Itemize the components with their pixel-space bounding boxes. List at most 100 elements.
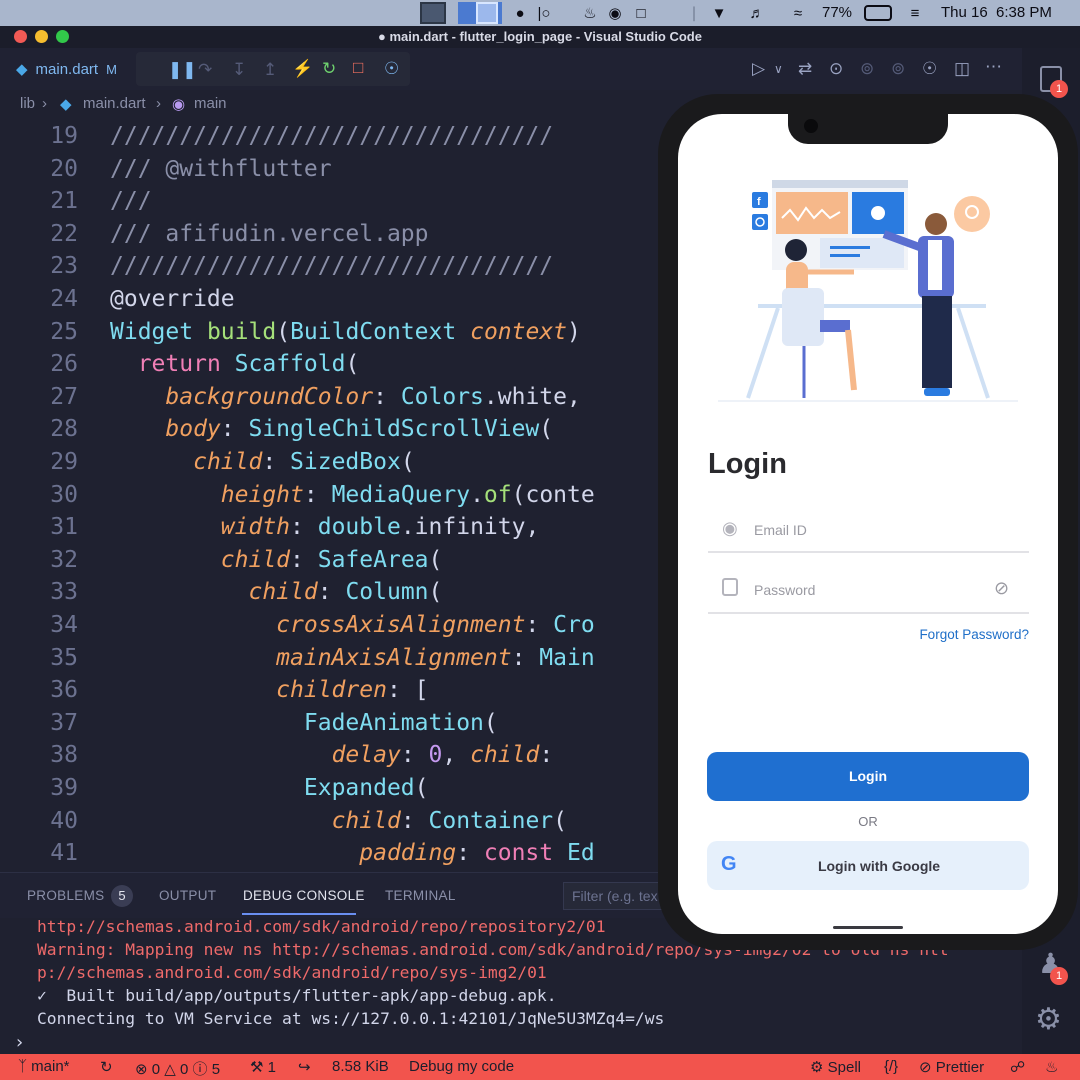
line-number: 34 — [50, 612, 78, 638]
facebook-glyph: f — [757, 196, 761, 208]
console-filter-input[interactable]: Filter (e.g. tex — [563, 882, 673, 910]
problems-count-badge: 5 — [111, 885, 133, 907]
woman-head — [785, 239, 807, 261]
braces-icon[interactable]: {/} — [884, 1058, 898, 1075]
compare-icon[interactable]: ⇄ — [798, 60, 812, 77]
play-icon — [871, 206, 885, 220]
screen-record-icon[interactable]: ◉ — [606, 4, 624, 22]
man-legs — [922, 296, 952, 388]
line-number: 27 — [50, 383, 78, 410]
git-branch-item[interactable]: ᛉ main* — [18, 1058, 70, 1075]
battery-percent[interactable]: 77% — [822, 4, 852, 21]
pause-icon[interactable]: ❚❚ — [168, 61, 197, 78]
desk-leg — [746, 307, 780, 399]
step-into-icon[interactable]: ↧ — [232, 61, 246, 78]
console-line: ✓ Built build/app/outputs/flutter-apk/ap… — [37, 986, 557, 1005]
list-line — [830, 254, 860, 257]
devtools-icon[interactable]: ☉ — [384, 60, 399, 77]
mic-icon[interactable]: ∣ — [688, 4, 700, 22]
tab-label: main.dart — [35, 60, 99, 78]
error-icon: ⊗ — [135, 1061, 148, 1078]
console-line: http://schemas.android.com/sdk/android/r… — [37, 918, 606, 936]
code-text: height: MediaQuery.of(conte — [220, 481, 595, 508]
tab-problems[interactable]: PROBLEMS — [27, 888, 104, 903]
tab-modified-badge: M — [106, 61, 117, 77]
breadcrumb-file[interactable]: main.dart — [83, 95, 146, 112]
git-next-icon[interactable]: ⊚ — [891, 60, 905, 77]
window-thumb-1[interactable] — [420, 2, 446, 24]
code-text: Expanded( — [303, 775, 429, 801]
breadcrumb-folder[interactable]: lib — [20, 95, 35, 112]
run-icon[interactable]: ▷ — [752, 60, 765, 77]
explorer-badge: 1 — [1050, 80, 1068, 98]
list-card — [820, 238, 904, 268]
control-center-icon[interactable]: ≡ — [906, 4, 924, 22]
fingerprint-icon: ◉ — [722, 518, 738, 538]
prettier-item[interactable]: ⊘ Prettier — [919, 1058, 984, 1076]
bell-icon[interactable]: ♨ — [580, 4, 600, 22]
chevron-down-icon[interactable]: ▼ — [712, 4, 727, 22]
step-over-icon[interactable]: ↷ — [198, 61, 212, 78]
code-text: //////////////////////////////// — [110, 123, 554, 149]
git-prev-icon[interactable]: ⊚ — [860, 60, 874, 77]
line-number: 33 — [50, 579, 78, 606]
notifications-icon[interactable]: ♨ — [1045, 1058, 1058, 1076]
wifi-icon[interactable]: ≈ — [787, 4, 809, 22]
step-out-icon[interactable]: ↥ — [263, 61, 277, 78]
feedback-icon[interactable]: ☍ — [1010, 1058, 1025, 1076]
more-actions-icon[interactable]: ⋯ — [985, 58, 1002, 75]
tab-terminal[interactable]: TERMINAL — [385, 888, 456, 903]
chevron-right-icon: › — [42, 95, 47, 112]
chevron-right-icon: › — [156, 95, 161, 112]
tab-debug-console[interactable]: DEBUG CONSOLE — [243, 888, 365, 903]
line-number: 24 — [50, 286, 78, 312]
line-number: 37 — [50, 709, 78, 736]
hot-reload-icon[interactable]: ⚡ — [292, 60, 313, 77]
git-commit-icon[interactable]: ⊙ — [829, 60, 843, 77]
code-text: Widget build(BuildContext context) — [110, 318, 581, 345]
battery-icon[interactable] — [864, 5, 892, 21]
login-button[interactable]: Login — [707, 752, 1029, 801]
man-shirt — [928, 240, 942, 290]
moon-icon[interactable]: |○ — [532, 4, 556, 22]
tab-main-dart[interactable]: ◆ main.dart M — [0, 48, 134, 90]
breadcrumb-symbol[interactable]: main — [194, 95, 227, 112]
debug-my-code-toggle[interactable]: Debug my code — [409, 1058, 514, 1075]
line-number: 30 — [50, 481, 78, 508]
eye-off-icon[interactable]: ⊘ — [994, 578, 1009, 599]
menubar-clock[interactable]: Thu 16 6:38 PM — [941, 4, 1052, 21]
code-text: child: SafeArea( — [220, 546, 443, 573]
list-line — [830, 246, 870, 249]
code-text: body: SingleChildScrollView( — [165, 416, 554, 443]
drop-icon[interactable]: ● — [513, 4, 527, 22]
settings-gear-icon[interactable]: ⚙ — [1035, 1005, 1062, 1035]
code-text: /// @withflutter — [110, 155, 332, 182]
run-dropdown-icon[interactable]: ∨ — [774, 63, 783, 75]
restart-icon[interactable]: ↻ — [322, 60, 336, 77]
line-number: 32 — [50, 546, 78, 573]
clipboard-icon[interactable]: □ — [632, 4, 650, 22]
tools-status-item[interactable]: ⚒ 1 — [250, 1058, 276, 1076]
chair — [782, 288, 824, 346]
timeline-icon[interactable]: ☉ — [922, 60, 937, 77]
unsaved-dot-icon: ● — [378, 29, 390, 44]
code-text: //////////////////////////////// — [110, 253, 554, 280]
sync-icon[interactable]: ↻ — [100, 1058, 113, 1076]
stop-icon[interactable]: □ — [353, 59, 363, 76]
console-prompt-icon[interactable]: › — [14, 1032, 25, 1053]
code-text: child: SizedBox( — [193, 449, 415, 475]
split-editor-icon[interactable]: ◫ — [954, 60, 970, 77]
tab-output[interactable]: OUTPUT — [159, 888, 216, 903]
problems-status-item[interactable]: ⊗ 0 △ 0 ⓘ 5 — [135, 1058, 220, 1079]
line-number: 21 — [50, 188, 78, 215]
tools-icon: ⚒ — [250, 1059, 268, 1076]
window-thumb-3[interactable] — [476, 2, 498, 24]
volume-icon[interactable]: ♬ — [746, 4, 768, 22]
spell-check-item[interactable]: ⚙ Spell — [810, 1058, 861, 1076]
code-text: crossAxisAlignment: Cro — [276, 612, 595, 638]
warning-icon: △ — [164, 1061, 176, 1078]
line-number: 25 — [50, 318, 78, 345]
forgot-password-link[interactable]: Forgot Password? — [860, 627, 1029, 642]
email-placeholder: Email ID — [754, 522, 807, 538]
debug-target-icon[interactable]: ↪ — [298, 1058, 311, 1076]
